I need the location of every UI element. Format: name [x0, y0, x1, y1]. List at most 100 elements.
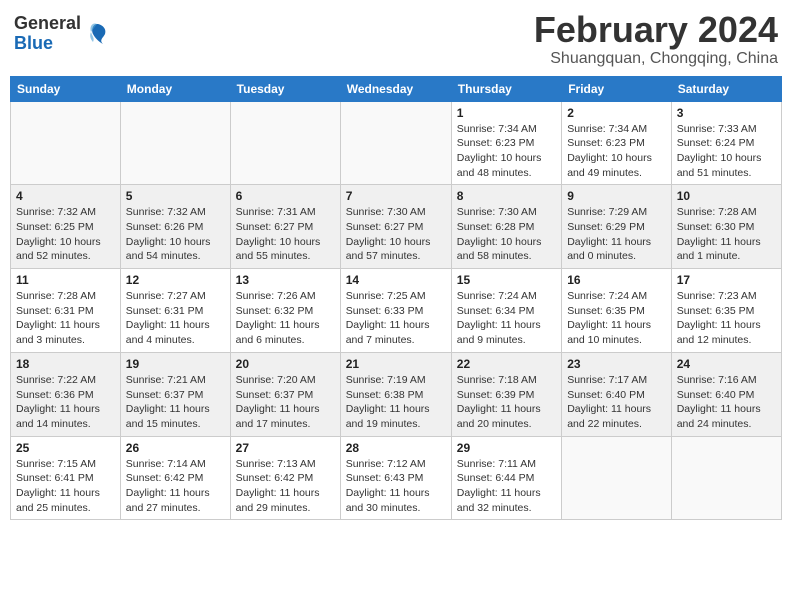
calendar-cell: 17 Sunrise: 7:23 AM Sunset: 6:35 PM Dayli… — [671, 269, 781, 353]
day-info: Sunrise: 7:28 AM Sunset: 6:30 PM Dayligh… — [677, 205, 776, 264]
day-info: Sunrise: 7:20 AM Sunset: 6:37 PM Dayligh… — [236, 373, 335, 432]
day-number: 15 — [457, 273, 556, 287]
day-number: 5 — [126, 189, 225, 203]
day-info: Sunrise: 7:34 AM Sunset: 6:23 PM Dayligh… — [457, 122, 556, 181]
calendar-week-row: 1 Sunrise: 7:34 AM Sunset: 6:23 PM Daylig… — [11, 101, 782, 185]
day-number: 19 — [126, 357, 225, 371]
day-number: 1 — [457, 106, 556, 120]
day-number: 3 — [677, 106, 776, 120]
calendar-cell — [340, 101, 451, 185]
day-info: Sunrise: 7:13 AM Sunset: 6:42 PM Dayligh… — [236, 457, 335, 516]
calendar-cell: 11 Sunrise: 7:28 AM Sunset: 6:31 PM Dayli… — [11, 269, 121, 353]
calendar-header-wednesday: Wednesday — [340, 76, 451, 101]
location-title: Shuangquan, Chongqing, China — [534, 50, 778, 68]
day-info: Sunrise: 7:27 AM Sunset: 6:31 PM Dayligh… — [126, 289, 225, 348]
calendar-week-row: 18 Sunrise: 7:22 AM Sunset: 6:36 PM Dayli… — [11, 352, 782, 436]
calendar-cell: 21 Sunrise: 7:19 AM Sunset: 6:38 PM Dayli… — [340, 352, 451, 436]
title-area: February 2024 Shuangquan, Chongqing, Chi… — [534, 10, 778, 68]
calendar-week-row: 11 Sunrise: 7:28 AM Sunset: 6:31 PM Dayli… — [11, 269, 782, 353]
day-info: Sunrise: 7:22 AM Sunset: 6:36 PM Dayligh… — [16, 373, 115, 432]
day-number: 25 — [16, 441, 115, 455]
day-number: 4 — [16, 189, 115, 203]
calendar-week-row: 25 Sunrise: 7:15 AM Sunset: 6:41 PM Dayli… — [11, 436, 782, 520]
day-number: 12 — [126, 273, 225, 287]
day-number: 18 — [16, 357, 115, 371]
day-number: 9 — [567, 189, 666, 203]
calendar-cell — [671, 436, 781, 520]
calendar-cell: 5 Sunrise: 7:32 AM Sunset: 6:26 PM Daylig… — [120, 185, 230, 269]
day-info: Sunrise: 7:18 AM Sunset: 6:39 PM Dayligh… — [457, 373, 556, 432]
day-info: Sunrise: 7:15 AM Sunset: 6:41 PM Dayligh… — [16, 457, 115, 516]
calendar-header-friday: Friday — [562, 76, 672, 101]
calendar-cell: 8Sunrise: 7:30 AM Sunset: 6:28 PM Daylig… — [451, 185, 561, 269]
day-info: Sunrise: 7:24 AM Sunset: 6:35 PM Dayligh… — [567, 289, 666, 348]
calendar-cell: 16Sunrise: 7:24 AM Sunset: 6:35 PM Dayli… — [562, 269, 672, 353]
calendar-cell — [120, 101, 230, 185]
day-number: 14 — [346, 273, 446, 287]
day-info: Sunrise: 7:28 AM Sunset: 6:31 PM Dayligh… — [16, 289, 115, 348]
day-number: 21 — [346, 357, 446, 371]
calendar-header-monday: Monday — [120, 76, 230, 101]
day-number: 13 — [236, 273, 335, 287]
calendar-table: SundayMondayTuesdayWednesdayThursdayFrid… — [10, 76, 782, 521]
day-info: Sunrise: 7:26 AM Sunset: 6:32 PM Dayligh… — [236, 289, 335, 348]
day-number: 2 — [567, 106, 666, 120]
logo-general-text: General — [14, 14, 81, 34]
calendar-header-thursday: Thursday — [451, 76, 561, 101]
calendar-cell: 13 Sunrise: 7:26 AM Sunset: 6:32 PM Dayli… — [230, 269, 340, 353]
calendar-cell: 29Sunrise: 7:11 AM Sunset: 6:44 PM Dayli… — [451, 436, 561, 520]
calendar-cell: 14Sunrise: 7:25 AM Sunset: 6:33 PM Dayli… — [340, 269, 451, 353]
day-info: Sunrise: 7:14 AM Sunset: 6:42 PM Dayligh… — [126, 457, 225, 516]
calendar-cell: 22 Sunrise: 7:18 AM Sunset: 6:39 PM Dayli… — [451, 352, 561, 436]
calendar-header-tuesday: Tuesday — [230, 76, 340, 101]
calendar-cell: 27 Sunrise: 7:13 AM Sunset: 6:42 PM Dayli… — [230, 436, 340, 520]
day-number: 28 — [346, 441, 446, 455]
day-info: Sunrise: 7:12 AM Sunset: 6:43 PM Dayligh… — [346, 457, 446, 516]
day-number: 26 — [126, 441, 225, 455]
calendar-cell: 18 Sunrise: 7:22 AM Sunset: 6:36 PM Dayli… — [11, 352, 121, 436]
calendar-cell: 4 Sunrise: 7:32 AM Sunset: 6:25 PM Daylig… — [11, 185, 121, 269]
calendar-cell: 6 Sunrise: 7:31 AM Sunset: 6:27 PM Daylig… — [230, 185, 340, 269]
day-number: 17 — [677, 273, 776, 287]
day-number: 27 — [236, 441, 335, 455]
calendar-cell: 23 Sunrise: 7:17 AM Sunset: 6:40 PM Dayli… — [562, 352, 672, 436]
calendar-week-row: 4 Sunrise: 7:32 AM Sunset: 6:25 PM Daylig… — [11, 185, 782, 269]
day-number: 11 — [16, 273, 115, 287]
day-number: 10 — [677, 189, 776, 203]
day-number: 22 — [457, 357, 556, 371]
day-info: Sunrise: 7:32 AM Sunset: 6:25 PM Dayligh… — [16, 205, 115, 264]
day-info: Sunrise: 7:24 AM Sunset: 6:34 PM Dayligh… — [457, 289, 556, 348]
day-number: 6 — [236, 189, 335, 203]
logo-bird-icon — [83, 20, 111, 48]
day-info: Sunrise: 7:17 AM Sunset: 6:40 PM Dayligh… — [567, 373, 666, 432]
calendar-cell: 25 Sunrise: 7:15 AM Sunset: 6:41 PM Dayli… — [11, 436, 121, 520]
day-info: Sunrise: 7:23 AM Sunset: 6:35 PM Dayligh… — [677, 289, 776, 348]
calendar-cell: 19Sunrise: 7:21 AM Sunset: 6:37 PM Dayli… — [120, 352, 230, 436]
calendar-cell: 15 Sunrise: 7:24 AM Sunset: 6:34 PM Dayli… — [451, 269, 561, 353]
day-info: Sunrise: 7:34 AM Sunset: 6:23 PM Dayligh… — [567, 122, 666, 181]
day-number: 20 — [236, 357, 335, 371]
day-info: Sunrise: 7:32 AM Sunset: 6:26 PM Dayligh… — [126, 205, 225, 264]
day-info: Sunrise: 7:16 AM Sunset: 6:40 PM Dayligh… — [677, 373, 776, 432]
calendar-cell: 3 Sunrise: 7:33 AM Sunset: 6:24 PM Daylig… — [671, 101, 781, 185]
day-number: 7 — [346, 189, 446, 203]
calendar-header-saturday: Saturday — [671, 76, 781, 101]
calendar-cell: 1 Sunrise: 7:34 AM Sunset: 6:23 PM Daylig… — [451, 101, 561, 185]
calendar-cell: 24Sunrise: 7:16 AM Sunset: 6:40 PM Dayli… — [671, 352, 781, 436]
calendar-cell: 2 Sunrise: 7:34 AM Sunset: 6:23 PM Daylig… — [562, 101, 672, 185]
day-info: Sunrise: 7:30 AM Sunset: 6:27 PM Dayligh… — [346, 205, 446, 264]
logo: General Blue — [14, 14, 111, 54]
calendar-cell: 7 Sunrise: 7:30 AM Sunset: 6:27 PM Daylig… — [340, 185, 451, 269]
day-info: Sunrise: 7:31 AM Sunset: 6:27 PM Dayligh… — [236, 205, 335, 264]
day-info: Sunrise: 7:30 AM Sunset: 6:28 PM Dayligh… — [457, 205, 556, 264]
header: General Blue February 2024 Shuangquan, C… — [10, 10, 782, 68]
day-info: Sunrise: 7:29 AM Sunset: 6:29 PM Dayligh… — [567, 205, 666, 264]
day-number: 23 — [567, 357, 666, 371]
day-info: Sunrise: 7:33 AM Sunset: 6:24 PM Dayligh… — [677, 122, 776, 181]
calendar-cell: 26 Sunrise: 7:14 AM Sunset: 6:42 PM Dayli… — [120, 436, 230, 520]
calendar-cell — [11, 101, 121, 185]
day-info: Sunrise: 7:11 AM Sunset: 6:44 PM Dayligh… — [457, 457, 556, 516]
calendar-header-sunday: Sunday — [11, 76, 121, 101]
day-info: Sunrise: 7:19 AM Sunset: 6:38 PM Dayligh… — [346, 373, 446, 432]
calendar-cell: 20 Sunrise: 7:20 AM Sunset: 6:37 PM Dayli… — [230, 352, 340, 436]
